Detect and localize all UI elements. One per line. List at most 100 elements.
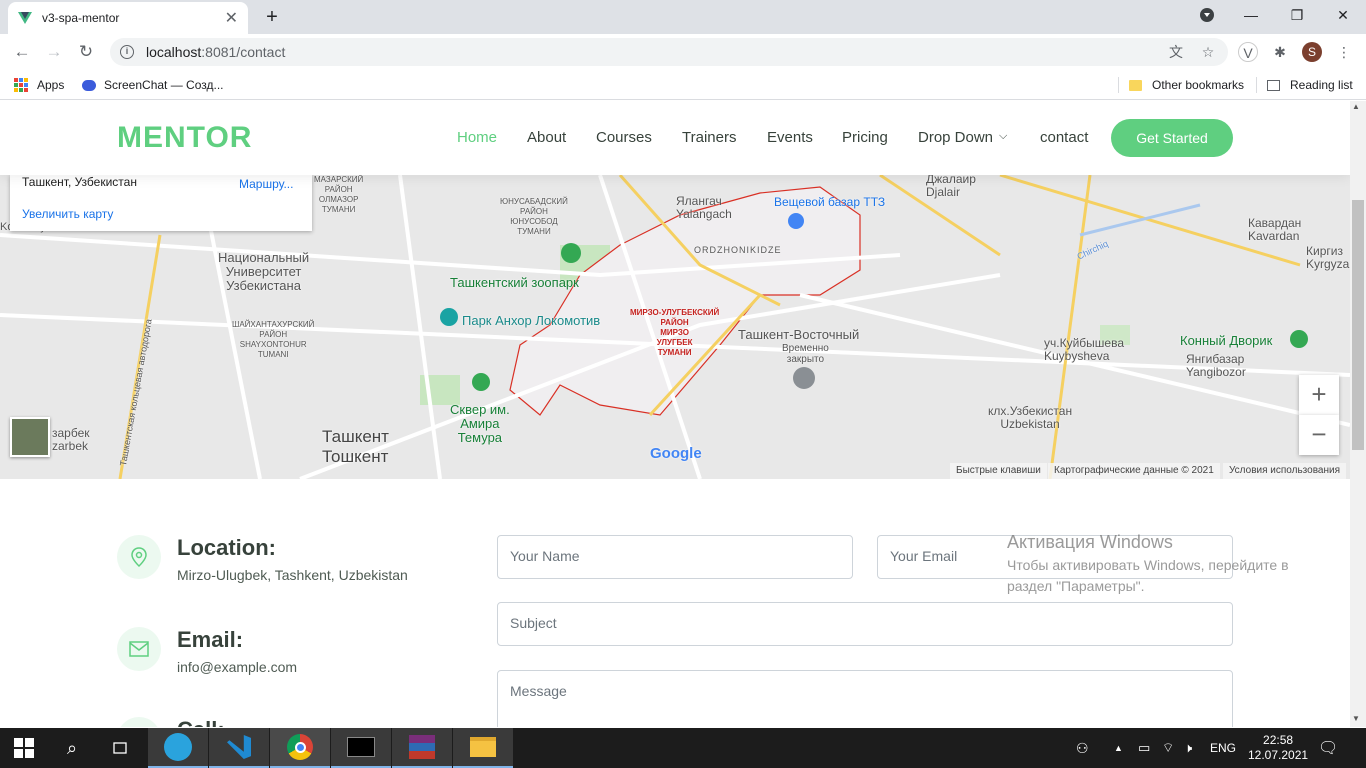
map-label: Ташкентский зоопарк [450, 275, 579, 290]
nav-home[interactable]: Home [457, 129, 497, 146]
language-indicator[interactable]: ENG [1210, 728, 1236, 768]
map-data-credit: Картографические данные © 2021 [1048, 463, 1220, 479]
address-toolbar: ← → ↻ i localhost:8081/contact 文 ☆ V ✱ S… [0, 34, 1366, 70]
task-view-icon[interactable] [96, 728, 144, 768]
name-input[interactable]: Your Name [497, 535, 853, 579]
bookmark-screenchat[interactable]: ScreenChat — Созд... [82, 77, 223, 93]
map-label: Киргиз Kyrgyza [1306, 244, 1350, 271]
map-label: клх.Узбекистан Uzbekistan [988, 404, 1073, 431]
location-title: Location: [177, 535, 276, 560]
bookmark-label: Other bookmarks [1152, 78, 1245, 92]
apps-grid-icon [14, 78, 28, 92]
map-shortcuts-link[interactable]: Быстрые клавиши [950, 463, 1047, 479]
search-icon[interactable]: ⌕ [48, 728, 96, 768]
envelope-icon [117, 627, 161, 671]
nav-trainers[interactable]: Trainers [682, 129, 736, 146]
chrome-icon[interactable] [270, 728, 330, 768]
scroll-up-icon[interactable]: ▲ [1352, 102, 1360, 111]
extensions-icon[interactable]: ✱ [1270, 42, 1290, 62]
bookmark-star-icon[interactable]: ☆ [1198, 42, 1218, 62]
square-pin-icon[interactable] [472, 373, 490, 391]
site-info-icon[interactable]: i [120, 45, 134, 59]
park-pin-icon[interactable] [440, 308, 458, 326]
map-label: ORDZHONIKIDZE [694, 245, 782, 255]
map-label: Джалаир Djalair [926, 175, 976, 199]
satellite-toggle[interactable] [10, 417, 50, 457]
nav-courses[interactable]: Courses [596, 129, 652, 146]
page-viewport: MENTOR Home About Courses Trainers Event… [0, 101, 1350, 727]
nav-pricing[interactable]: Pricing [842, 129, 888, 146]
clock-time: 22:58 [1263, 733, 1294, 747]
menu-kebab-icon[interactable]: ⋮ [1334, 42, 1354, 62]
window-close-icon[interactable]: ✕ [1320, 0, 1366, 30]
shopping-pin-icon[interactable] [788, 213, 804, 229]
airport-pin-icon[interactable] [793, 367, 815, 389]
browser-tab[interactable]: v3-spa-mentor ✕ [8, 2, 248, 34]
nav-about[interactable]: About [527, 129, 566, 146]
map-label: Парк Анхор Локомотив [462, 313, 601, 328]
reading-list[interactable]: Reading list [1256, 77, 1353, 93]
clock-date: 12.07.2021 [1248, 748, 1309, 762]
volume-icon[interactable]: 🕨 [1184, 728, 1192, 768]
url-host: localhost [146, 44, 202, 60]
browser-tab-strip: v3-spa-mentor ✕ + — ❐ ✕ [0, 0, 1366, 34]
nav-contact[interactable]: contact [1040, 129, 1088, 146]
subject-input[interactable]: Subject [497, 602, 1233, 646]
scroll-down-icon[interactable]: ▼ [1352, 714, 1360, 723]
message-textarea[interactable]: Message [497, 670, 1233, 727]
winrar-icon[interactable] [392, 728, 452, 768]
activation-text: Чтобы активировать Windows, перейдите в … [1007, 557, 1289, 594]
horse-pin-icon[interactable] [1290, 330, 1308, 348]
activation-title: Активация Windows [1007, 532, 1173, 552]
nav-events[interactable]: Events [767, 129, 813, 146]
people-icon[interactable]: ⚇ [1076, 728, 1089, 768]
clock[interactable]: 22:58 12.07.2021 [1248, 728, 1308, 768]
nav-dropdown[interactable]: Drop Down [918, 129, 993, 146]
map-city-label: Ташкент Тошкент [322, 427, 389, 466]
zoom-out-button[interactable]: − [1299, 415, 1339, 455]
google-map[interactable]: Ташкент, Узбекистан Маршру... Увеличить … [0, 175, 1350, 479]
profile-dropdown-icon[interactable] [1184, 0, 1230, 30]
map-label: МИРЗО-УЛУГБЕКСКИЙ РАЙОН МИРЗО УЛУГБЕК ТУ… [630, 308, 720, 357]
forward-icon[interactable]: → [44, 42, 64, 62]
map-label: зарбек zarbek [52, 426, 90, 453]
tab-title: v3-spa-mentor [42, 11, 120, 25]
map-label: ЮНУСАБАДСКИЙ РАЙОН ЮНУСОБОД ТУМАНИ [500, 197, 568, 236]
zoo-pin-icon[interactable] [561, 243, 581, 263]
map-label: Национальный Университет Узбекистана [218, 250, 310, 293]
zoom-in-button[interactable]: + [1299, 375, 1339, 415]
map-route-link[interactable]: Маршру... [239, 177, 293, 191]
map-enlarge-link[interactable]: Увеличить карту [22, 207, 113, 221]
windows-taskbar: ⌕ ⚇ ▲ ▭ ⌔ 🕨 ENG 22:58 12.07.2021 🗨 [0, 728, 1366, 768]
get-started-button[interactable]: Get Started [1111, 119, 1233, 157]
minimize-icon[interactable]: — [1228, 0, 1274, 30]
map-terms-link[interactable]: Условия использования [1223, 463, 1346, 479]
bookmark-other[interactable]: Other bookmarks [1118, 77, 1244, 93]
telegram-icon[interactable] [148, 728, 208, 768]
windows-start-icon[interactable] [0, 728, 48, 768]
file-explorer-icon[interactable] [453, 728, 513, 768]
scrollbar-thumb[interactable] [1352, 200, 1364, 450]
wifi-icon[interactable]: ⌔ [1162, 728, 1174, 768]
tab-close-icon[interactable]: ✕ [225, 8, 238, 28]
translate-icon[interactable]: 文 [1166, 42, 1186, 62]
profile-avatar[interactable]: S [1302, 42, 1322, 62]
new-tab-icon[interactable]: + [262, 6, 282, 29]
bookmark-label: Reading list [1290, 78, 1353, 92]
terminal-icon[interactable] [331, 728, 391, 768]
restore-icon[interactable]: ❐ [1274, 0, 1320, 30]
bookmark-apps[interactable]: Apps [14, 77, 64, 93]
vscode-icon[interactable] [209, 728, 269, 768]
address-bar[interactable]: i localhost:8081/contact [110, 38, 1228, 66]
vue-devtools-icon[interactable]: V [1238, 42, 1258, 62]
reload-icon[interactable]: ↻ [76, 42, 96, 62]
map-label: Кавардан Kavardan [1248, 216, 1302, 243]
map-pin-icon [117, 535, 161, 579]
call-title: Call: [177, 717, 225, 727]
back-icon[interactable]: ← [12, 42, 32, 62]
bookmark-label: ScreenChat — Созд... [104, 78, 224, 92]
tray-overflow-icon[interactable]: ▲ [1114, 728, 1123, 768]
notification-icon[interactable]: 🗨 [1318, 728, 1338, 768]
battery-icon[interactable]: ▭ [1138, 728, 1150, 768]
site-logo[interactable]: MENTOR [117, 121, 252, 155]
